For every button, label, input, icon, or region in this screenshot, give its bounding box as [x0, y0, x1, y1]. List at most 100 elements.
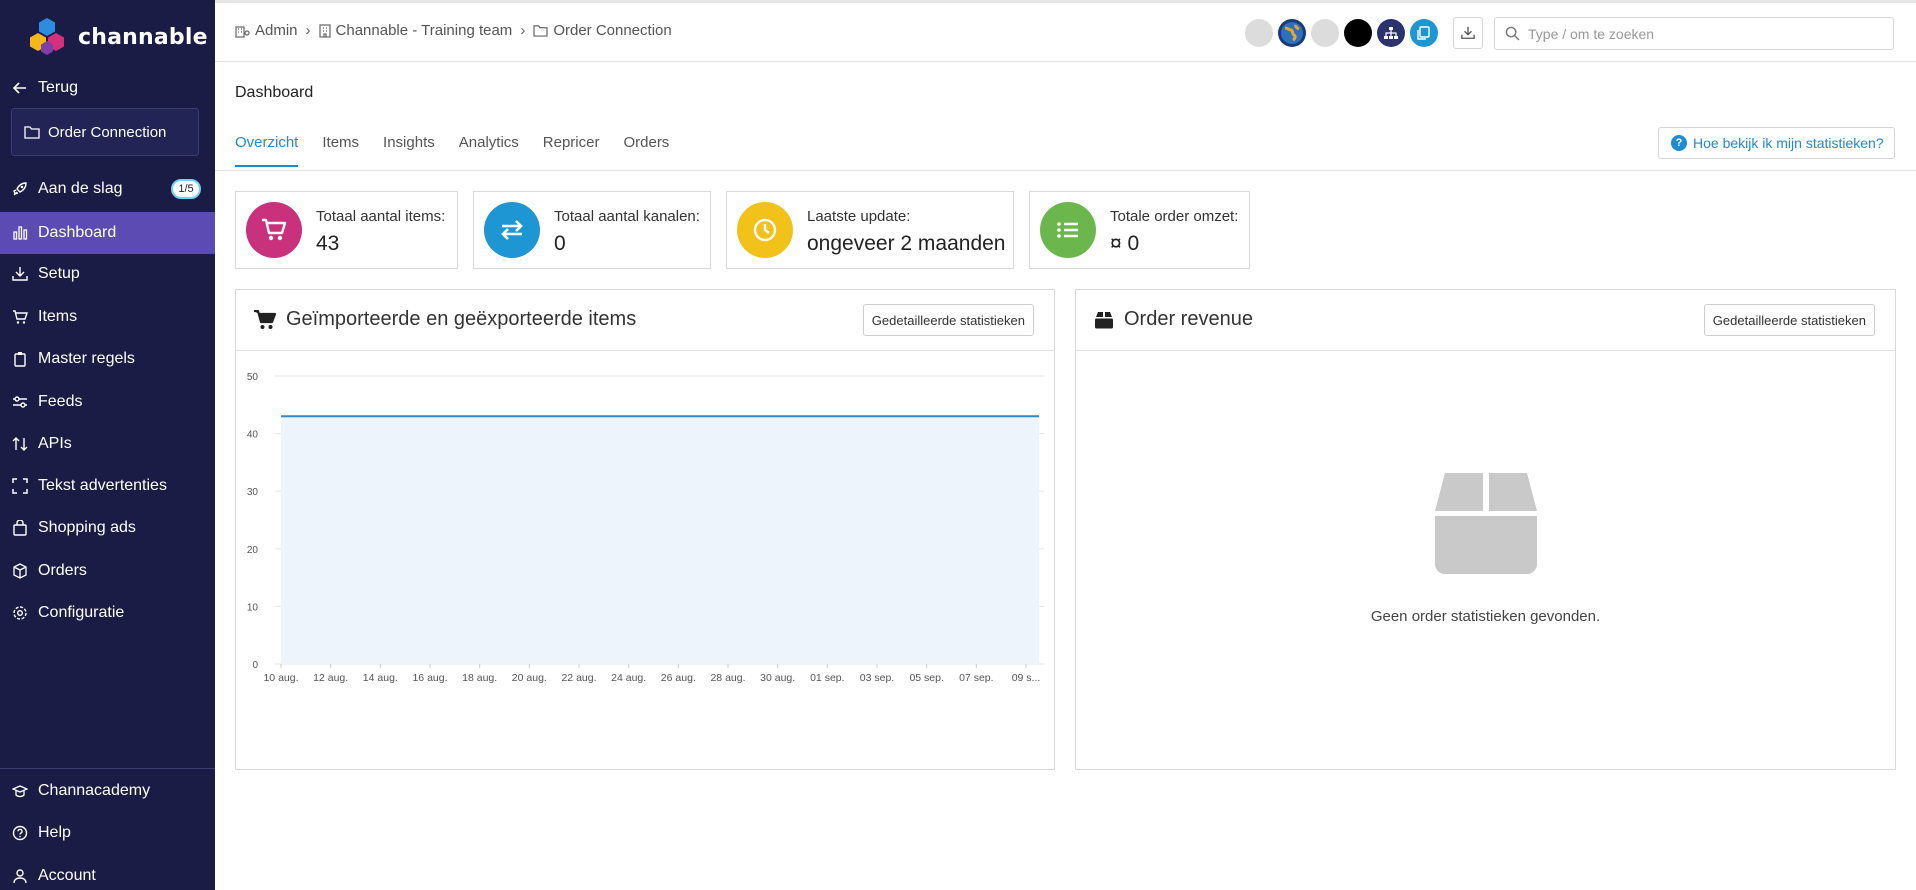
breadcrumb-admin[interactable]: Admin [255, 22, 298, 39]
breadcrumb-team[interactable]: Channable - Training team [336, 22, 513, 39]
tab-analytics[interactable]: Analytics [459, 134, 519, 167]
stat-card-last-update: Laatste update: ongeveer 2 maanden [726, 191, 1014, 269]
project-name: Order Connection [48, 123, 167, 141]
back-link[interactable]: Terug [0, 67, 215, 109]
sidebar-item-label: Master regels [38, 350, 135, 367]
help-label: Hoe bekijk ik mijn statistieken? [1693, 135, 1884, 151]
sidebar-item-channacademy[interactable]: Channacademy [0, 770, 215, 812]
stat-label: Totaal aantal items: [316, 208, 446, 225]
panel-title: Geïmporteerde en geëxporteerde items [254, 308, 636, 331]
channel-avatars [1245, 19, 1443, 47]
question-circle-icon [12, 825, 28, 841]
sidebar-item-label: Account [38, 867, 96, 884]
search-box[interactable] [1494, 17, 1894, 50]
sidebar-item-label: APIs [38, 435, 72, 452]
clipboard-icon [12, 351, 28, 367]
list-icon [1040, 202, 1096, 258]
x-tick-label: 26 aug. [661, 672, 696, 684]
copy-icon[interactable] [1410, 19, 1438, 47]
sidebar-item-tekst-advertenties[interactable]: Tekst advertenties [0, 465, 215, 507]
sidebar-item-items[interactable]: Items [0, 296, 215, 338]
sidebar-item-account[interactable]: Account [0, 855, 215, 890]
x-tick-label: 28 aug. [710, 672, 745, 684]
x-tick-label: 10 aug. [263, 672, 298, 684]
y-tick-label: 40 [247, 430, 259, 441]
sidebar-divider [0, 768, 215, 769]
tab-repricer[interactable]: Repricer [543, 134, 600, 167]
avatar[interactable] [1311, 19, 1339, 47]
x-tick-label: 16 aug. [412, 672, 447, 684]
chevron-right-icon: › [520, 22, 526, 39]
x-tick-label: 09 s... [1012, 672, 1041, 684]
statistics-help-button[interactable]: ? Hoe bekijk ik mijn statistieken? [1658, 127, 1895, 159]
brand-name: channable [78, 24, 208, 50]
empty-box-icon [1435, 470, 1537, 579]
detailed-statistics-button[interactable]: Gedetailleerde statistieken [1703, 304, 1875, 336]
stat-value: 0 [554, 232, 566, 255]
shopping-bag-icon [12, 520, 28, 536]
top-bar: Admin › Channable - Training team › Orde… [215, 0, 1916, 62]
tab-orders[interactable]: Orders [623, 134, 669, 167]
y-tick-label: 10 [247, 602, 259, 613]
sidebar-item-label: Dashboard [38, 224, 117, 241]
order-revenue-panel: Order revenue Gedetailleerde statistieke… [1075, 289, 1896, 770]
sliders-icon [12, 394, 28, 410]
sidebar-item-configuratie[interactable]: Configuratie [0, 592, 215, 634]
tab-overzicht[interactable]: Overzicht [235, 134, 299, 167]
detailed-statistics-button[interactable]: Gedetailleerde statistieken [862, 304, 1034, 336]
project-selector[interactable]: Order Connection [11, 108, 199, 156]
channable-logo[interactable]: channable [26, 16, 208, 58]
panel-header: Geïmporteerde en geëxporteerde items Ged… [236, 290, 1054, 351]
sidebar-item-apis[interactable]: APIs [0, 423, 215, 465]
sidebar-item-help[interactable]: Help [0, 812, 215, 854]
stat-value: ongeveer 2 maanden [807, 232, 1006, 255]
box-icon [12, 563, 28, 579]
sidebar-item-label: Aan de slag [38, 180, 123, 197]
exchange-arrows-icon [484, 202, 540, 258]
x-tick-label: 22 aug. [561, 672, 596, 684]
x-tick-label: 05 sep. [909, 672, 943, 684]
panel-header: Order revenue Gedetailleerde statistieke… [1076, 290, 1895, 351]
x-tick-label: 20 aug. [512, 672, 547, 684]
stat-value: 43 [316, 232, 340, 255]
breadcrumb-project[interactable]: Order Connection [553, 22, 671, 39]
series-area [281, 416, 1039, 664]
sidebar-item-orders[interactable]: Orders [0, 550, 215, 592]
panel-title: Order revenue [1094, 308, 1253, 331]
sidebar-item-setup[interactable]: Setup [0, 253, 215, 295]
channable-logo-icon [30, 18, 64, 55]
sidebar-item-label: Setup [38, 265, 80, 282]
tab-insights[interactable]: Insights [383, 134, 435, 167]
avatar[interactable] [1344, 19, 1372, 47]
sitemap-icon[interactable] [1377, 19, 1405, 47]
sidebar-item-feeds[interactable]: Feeds [0, 381, 215, 423]
cart-icon [12, 309, 28, 325]
avatar[interactable] [1245, 19, 1273, 47]
box-icon [1094, 310, 1114, 330]
cart-icon [254, 309, 276, 330]
download-button[interactable] [1453, 17, 1483, 49]
search-input[interactable] [1528, 25, 1888, 42]
y-tick-label: 30 [247, 487, 259, 498]
x-tick-label: 24 aug. [611, 672, 646, 684]
sidebar-item-label: Configuratie [38, 604, 125, 621]
sidebar-item-label: Orders [38, 562, 87, 579]
page-title: Dashboard [235, 84, 314, 101]
items-chart-panel: Geïmporteerde en geëxporteerde items Ged… [235, 289, 1055, 770]
sidebar-item-dashboard[interactable]: Dashboard [0, 212, 215, 254]
user-icon [12, 868, 28, 884]
download-tray-icon [1461, 26, 1475, 40]
stat-label: Totaal aantal kanalen: [554, 208, 700, 225]
graduation-cap-icon [12, 783, 28, 799]
stat-card-order-revenue: Totale order omzet: ¤ 0 [1029, 191, 1250, 269]
items-chart: 0 10 20 30 40 50 10 aug. 12 aug. 14 aug. 16 aug. 1… [247, 372, 1044, 684]
tab-items[interactable]: Items [322, 134, 359, 167]
building-icon [318, 23, 331, 38]
cart-icon [246, 202, 302, 258]
sidebar-item-master-regels[interactable]: Master regels [0, 338, 215, 380]
sidebar: channable Terug Order Connection Aan de … [0, 0, 215, 890]
globe-icon[interactable] [1278, 19, 1306, 47]
stat-label: Laatste update: [807, 208, 911, 225]
sidebar-item-aan-de-slag[interactable]: Aan de slag 1/5 [0, 168, 215, 210]
sidebar-item-shopping-ads[interactable]: Shopping ads [0, 507, 215, 549]
